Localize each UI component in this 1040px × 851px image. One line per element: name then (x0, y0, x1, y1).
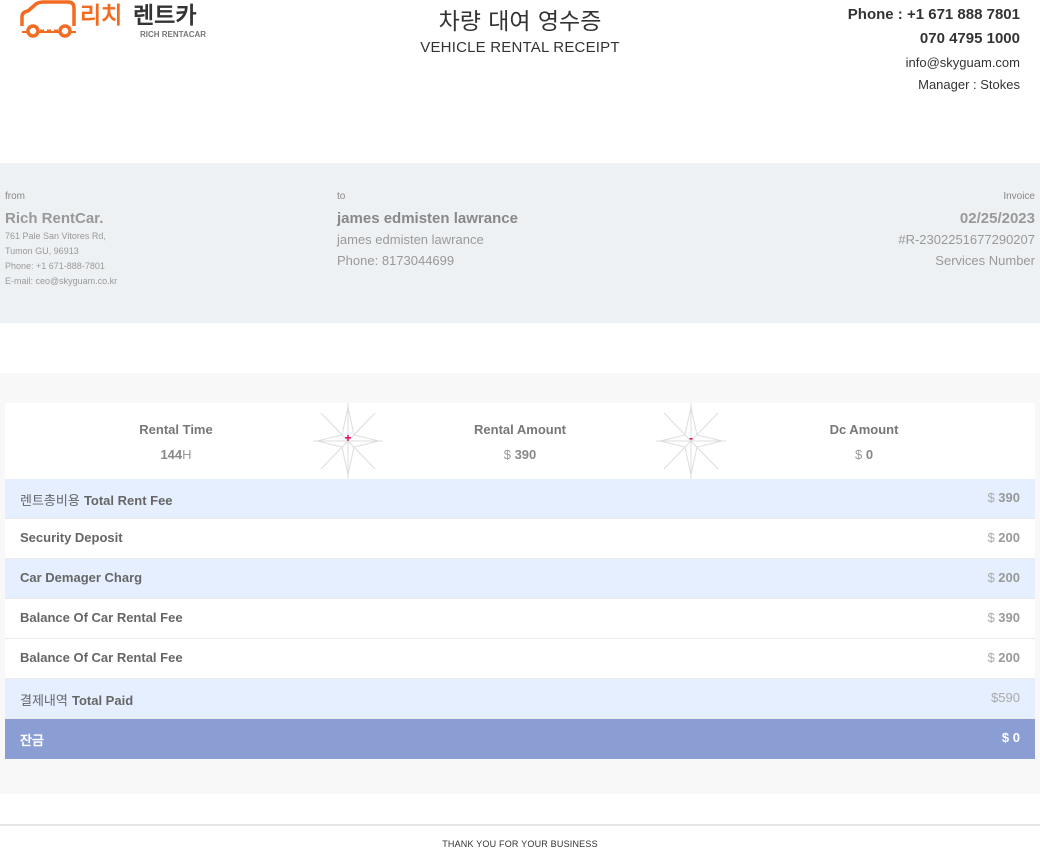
to-label: to (337, 191, 346, 202)
rental-time-value: 144 (160, 447, 183, 462)
rental-amount-value: 390 (514, 447, 537, 462)
from-address-line2: Tumon GU, 96913 (5, 246, 79, 256)
to-block: to james edmisten lawrance james edmiste… (337, 190, 518, 271)
minus-operator: - (656, 403, 726, 479)
to-name: james edmisten lawrance (337, 210, 518, 227)
plus-symbol: + (344, 431, 352, 445)
plus-operator: + (313, 403, 383, 479)
balance-rental-fee-label: Balance Of Car Rental Fee (20, 610, 183, 625)
rental-time-stat: Rental Time 144H (76, 421, 276, 464)
total-paid-value: $590 (991, 690, 1020, 705)
table-row: 렌트총비용 Total Rent Fee $ 390 (5, 479, 1035, 519)
contact-phone: Phone : +1 671 888 7801 (847, 6, 1020, 23)
table-row: Balance Of Car Rental Fee $ 200 (5, 639, 1035, 679)
currency-symbol: $ (987, 650, 995, 665)
invoice-number: #R-2302251677290207 (898, 232, 1035, 247)
rental-time-label: Rental Time (139, 422, 213, 437)
amount: 200 (998, 530, 1020, 545)
amount: 200 (998, 570, 1020, 585)
address-band: from Rich RentCar. 761 Pale San Vitores … (0, 163, 1040, 323)
balance-due-label: 잔금 (20, 730, 44, 749)
minus-symbol: - (689, 431, 693, 445)
contact-email[interactable]: info@skyguam.com (848, 52, 1020, 74)
invoice-block: Invoice 02/25/2023 #R-2302251677290207 S… (898, 190, 1035, 271)
table-row: Security Deposit $ 200 (5, 519, 1035, 559)
total-paid-label-en: Total Paid (71, 693, 134, 708)
to-subname: james edmisten lawrance (337, 232, 484, 247)
receipt-summary-section: Rental Time 144H + Rental Amount $ 390 -… (0, 373, 1040, 794)
from-address-line1: 761 Pale San Vitores Rd, (5, 231, 106, 241)
footer-thanks: THANK YOU FOR YOUR BUSINESS (442, 839, 598, 849)
car-damage-charge-label: Car Demager Charg (20, 570, 143, 585)
amount: 200 (998, 650, 1020, 665)
table-row: Balance Of Car Rental Fee $ 390 (5, 599, 1035, 639)
from-phone: Phone: +1 671-888-7801 (5, 261, 105, 271)
services-number-label: Services Number (935, 253, 1035, 268)
total-rent-fee-label: 렌트총비용 Total Rent Fee (20, 490, 173, 509)
security-deposit-label: Security Deposit (20, 530, 123, 545)
balance-due-value: $ 0 (1002, 730, 1020, 745)
currency-symbol: $ (987, 490, 995, 505)
balance-due-row: 잔금 $ 0 (5, 719, 1035, 759)
company-contact: Phone : +1 671 888 7801 070 4795 1000 in… (848, 3, 1020, 96)
rental-time-unit: H (182, 447, 192, 462)
dc-amount-currency: $ (854, 447, 863, 462)
car-damage-charge-value: $ 200 (987, 570, 1020, 585)
balance-rental-fee-value: $ 390 (987, 610, 1020, 625)
total-rent-fee-label-en: Total Rent Fee (83, 493, 173, 508)
rental-summary-card: Rental Time 144H + Rental Amount $ 390 -… (5, 403, 1035, 479)
amount: 390 (998, 610, 1020, 625)
from-block: from Rich RentCar. 761 Pale San Vitores … (5, 190, 117, 289)
total-rent-fee-value: $ 390 (987, 490, 1020, 505)
contact-phone-secondary: 070 4795 1000 (919, 30, 1020, 47)
footer-divider (0, 824, 1040, 826)
to-phone: Phone: 8173044699 (337, 253, 455, 268)
currency-symbol: $ (987, 530, 995, 545)
contact-manager: Manager : Stokes (918, 77, 1020, 92)
rental-amount-stat: Rental Amount $ 390 (420, 421, 620, 464)
security-deposit-value: $ 200 (987, 530, 1020, 545)
balance-due-label-ko: 잔금 (20, 734, 44, 749)
dc-amount-value: 0 (865, 447, 874, 462)
rental-amount-currency: $ (503, 447, 511, 462)
from-email[interactable]: E-mail: ceo@skyguam.co.kr (5, 274, 117, 289)
currency-symbol: $ (987, 610, 995, 625)
total-rent-fee-label-ko: 렌트총비용 (20, 494, 84, 509)
amount: $ 0 (1001, 730, 1020, 745)
from-name: Rich RentCar. (5, 210, 104, 227)
total-paid-label-ko: 결제내역 (20, 694, 72, 709)
rental-amount-label: Rental Amount (474, 422, 566, 437)
dc-amount-stat: Dc Amount $ 0 (764, 421, 964, 464)
invoice-date: 02/25/2023 (959, 210, 1035, 227)
table-row: 결제내역 Total Paid $590 (5, 679, 1035, 719)
balance-rental-fee-label-2: Balance Of Car Rental Fee (20, 650, 183, 665)
invoice-label: Invoice (1003, 191, 1035, 202)
table-row: Car Demager Charg $ 200 (5, 559, 1035, 599)
amount: 390 (998, 490, 1020, 505)
total-paid-label: 결제내역 Total Paid (20, 690, 133, 709)
currency-symbol: $ (987, 570, 995, 585)
balance-rental-fee-value-2: $ 200 (987, 650, 1020, 665)
fee-table: 렌트총비용 Total Rent Fee $ 390 Security Depo… (5, 479, 1035, 759)
dc-amount-label: Dc Amount (829, 422, 899, 437)
from-label: from (5, 191, 25, 202)
